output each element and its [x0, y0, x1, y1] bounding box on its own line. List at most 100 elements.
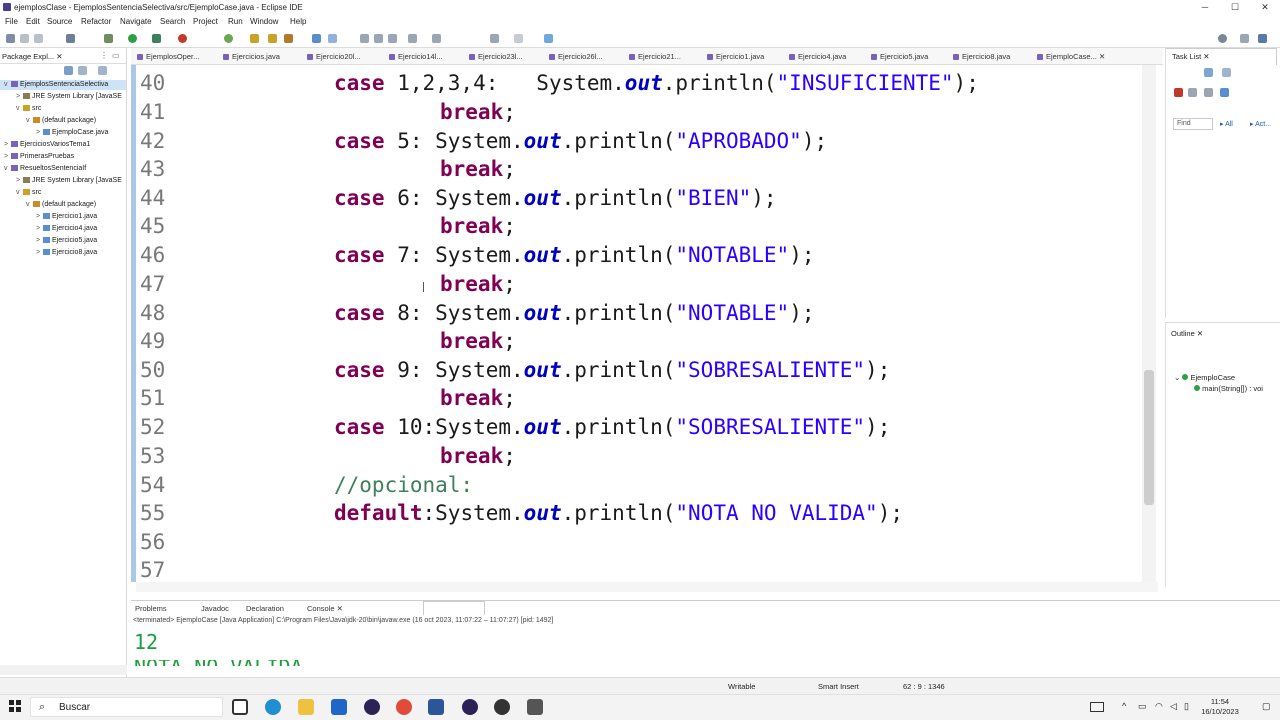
camera-icon[interactable]: [527, 699, 543, 715]
tree-item-Ejercicio5[interactable]: > Ejercicio5.java: [36, 237, 97, 244]
battery-icon[interactable]: ▯: [1184, 701, 1189, 712]
terminal-icon[interactable]: [66, 34, 75, 43]
tree-item-ResueltosSentenciaIf[interactable]: v ResueltosSentenciaIf: [4, 165, 86, 172]
tree-item-src[interactable]: v src: [16, 105, 41, 112]
filter-icon[interactable]: [98, 66, 107, 75]
wifi-icon[interactable]: ◠: [1155, 701, 1163, 712]
pilcrow-icon[interactable]: [388, 34, 397, 43]
open-type-icon[interactable]: [250, 34, 259, 43]
taskbar-clock[interactable]: 11:54 16/10/2023: [1200, 697, 1240, 717]
prev-annotation-icon[interactable]: [432, 34, 441, 43]
tree-item-PrimerasPruebas[interactable]: > PrimerasPruebas: [4, 153, 74, 160]
block-select-icon[interactable]: [374, 34, 383, 43]
tab-Ejercicio21[interactable]: Ejercicio21...: [629, 52, 681, 61]
tab-Ejercicio5[interactable]: Ejercicio5.java: [871, 52, 928, 61]
new-icon[interactable]: [6, 34, 15, 43]
external-tools-icon[interactable]: [178, 34, 187, 43]
close-tab-icon[interactable]: ✕: [335, 604, 343, 613]
console-output[interactable]: 12: [134, 630, 158, 654]
tab-Ejercicio4[interactable]: Ejercicio4.java: [789, 52, 846, 61]
close-tab-icon[interactable]: ✕: [1201, 52, 1209, 61]
close-button[interactable]: ✕: [1250, 0, 1280, 15]
tree-item-default-package-2[interactable]: v (default package): [26, 201, 96, 208]
back-icon[interactable]: [490, 34, 499, 43]
close-tab-icon[interactable]: ✕: [1195, 329, 1203, 338]
word-icon[interactable]: [428, 699, 444, 715]
tab-javadoc[interactable]: Javadoc: [201, 604, 229, 613]
menu-window[interactable]: Window: [250, 17, 278, 26]
mail-icon[interactable]: [331, 699, 347, 715]
filter-icon[interactable]: [1222, 68, 1231, 77]
forward-icon[interactable]: [514, 34, 523, 43]
chrome-icon[interactable]: [396, 699, 412, 715]
eclipse-taskbar-icon[interactable]: [364, 699, 380, 715]
next-annotation-icon[interactable]: [408, 34, 417, 43]
activate-link[interactable]: ▸ Act...: [1250, 120, 1271, 128]
edge-icon[interactable]: [265, 699, 281, 715]
tree-item-jre-2[interactable]: > JRE System Library [JavaSE: [16, 177, 122, 184]
tab-Ejercicio8[interactable]: Ejercicio8.java: [953, 52, 1010, 61]
save-icon[interactable]: [20, 34, 29, 43]
menu-project[interactable]: Project: [193, 17, 218, 26]
obs-icon[interactable]: [494, 699, 510, 715]
keyboard-icon[interactable]: [1090, 702, 1104, 712]
task-view-icon[interactable]: [232, 699, 248, 715]
menu-search[interactable]: Search: [160, 17, 185, 26]
outline-class[interactable]: ⌄ EjemploCase: [1174, 373, 1235, 382]
outline-tab[interactable]: Outline ✕: [1171, 329, 1203, 338]
task-list-tab[interactable]: Task List ✕: [1172, 52, 1210, 61]
open-folder-icon[interactable]: [268, 34, 277, 43]
highlight-icon[interactable]: [328, 34, 337, 43]
eclipse-taskbar-icon-2[interactable]: [462, 699, 478, 715]
file-explorer-icon[interactable]: [298, 699, 314, 715]
collapse-icon[interactable]: [1188, 88, 1197, 97]
all-link[interactable]: ▸ All: [1220, 120, 1233, 128]
search-icon[interactable]: [1218, 34, 1227, 43]
windows-start-icon[interactable]: [9, 700, 21, 712]
tree-item-Ejercicio1[interactable]: > Ejercicio1.java: [36, 213, 97, 220]
tab-declaration[interactable]: Declaration: [246, 604, 284, 613]
tree-item-EjerciciosVariosTema1[interactable]: > EjerciciosVariosTema1: [4, 141, 90, 148]
toggle-mark-icon[interactable]: [312, 34, 321, 43]
view-menu-icon[interactable]: ⋮: [100, 51, 108, 60]
menu-source[interactable]: Source: [47, 17, 72, 26]
tab-Ejercicio20[interactable]: Ejercicio20l...: [307, 52, 361, 61]
minimize-button[interactable]: ─: [1190, 0, 1220, 15]
pin-editor-icon[interactable]: [544, 34, 553, 43]
search-tool-icon[interactable]: [284, 34, 293, 43]
tree-item-EjemplosSentenciaSelectiva[interactable]: v EjemplosSentenciaSelectiva: [4, 81, 108, 88]
menu-help[interactable]: Help: [290, 17, 306, 26]
perspective-icon[interactable]: [1240, 34, 1249, 43]
find-input[interactable]: Find: [1173, 118, 1213, 130]
notifications-icon[interactable]: ▢: [1262, 701, 1271, 712]
collapse-all-icon[interactable]: [64, 66, 73, 75]
tree-item-Ejercicio8[interactable]: > Ejercicio8.java: [36, 249, 97, 256]
menu-file[interactable]: File: [5, 17, 18, 26]
menu-run[interactable]: Run: [228, 17, 243, 26]
tab-Ejercicios[interactable]: Ejercicios.java: [223, 52, 280, 61]
console-output-line-2[interactable]: NOTA NO VALIDA: [134, 660, 303, 666]
tree-item-default-package[interactable]: v (default package): [26, 117, 96, 124]
tab-EjemplosOper[interactable]: EjemplosOper...: [137, 52, 199, 61]
sync-icon[interactable]: [1220, 88, 1229, 97]
tree-item-EjemploCase[interactable]: > EjemploCase.java: [36, 129, 108, 136]
editor-hscrollbar[interactable]: [136, 582, 1158, 592]
tree-item-jre[interactable]: > JRE System Library [JavaSE: [16, 93, 122, 100]
volume-icon[interactable]: ◁: [1170, 701, 1177, 712]
maximize-button[interactable]: ☐: [1220, 0, 1250, 15]
run-icon[interactable]: [128, 34, 137, 43]
close-tab-icon[interactable]: ✕: [1097, 52, 1105, 61]
taskbar-search[interactable]: ⌕ Buscar: [30, 697, 223, 717]
coverage-icon[interactable]: [152, 34, 161, 43]
save-all-icon[interactable]: [34, 34, 43, 43]
menu-edit[interactable]: Edit: [26, 17, 40, 26]
menu-navigate[interactable]: Navigate: [120, 17, 152, 26]
tray-chevron-icon[interactable]: ^: [1122, 701, 1126, 711]
tree-item-src-2[interactable]: v src: [16, 189, 41, 196]
new-task-icon[interactable]: [1204, 68, 1213, 77]
show-whitespace-icon[interactable]: [360, 34, 369, 43]
minimize-view-icon[interactable]: ▭: [112, 51, 120, 60]
outline-method[interactable]: main(String[]) : voi: [1194, 384, 1263, 393]
tab-EjemploCase[interactable]: EjemploCase... ✕: [1037, 52, 1105, 61]
new-java-project-icon[interactable]: [224, 34, 233, 43]
